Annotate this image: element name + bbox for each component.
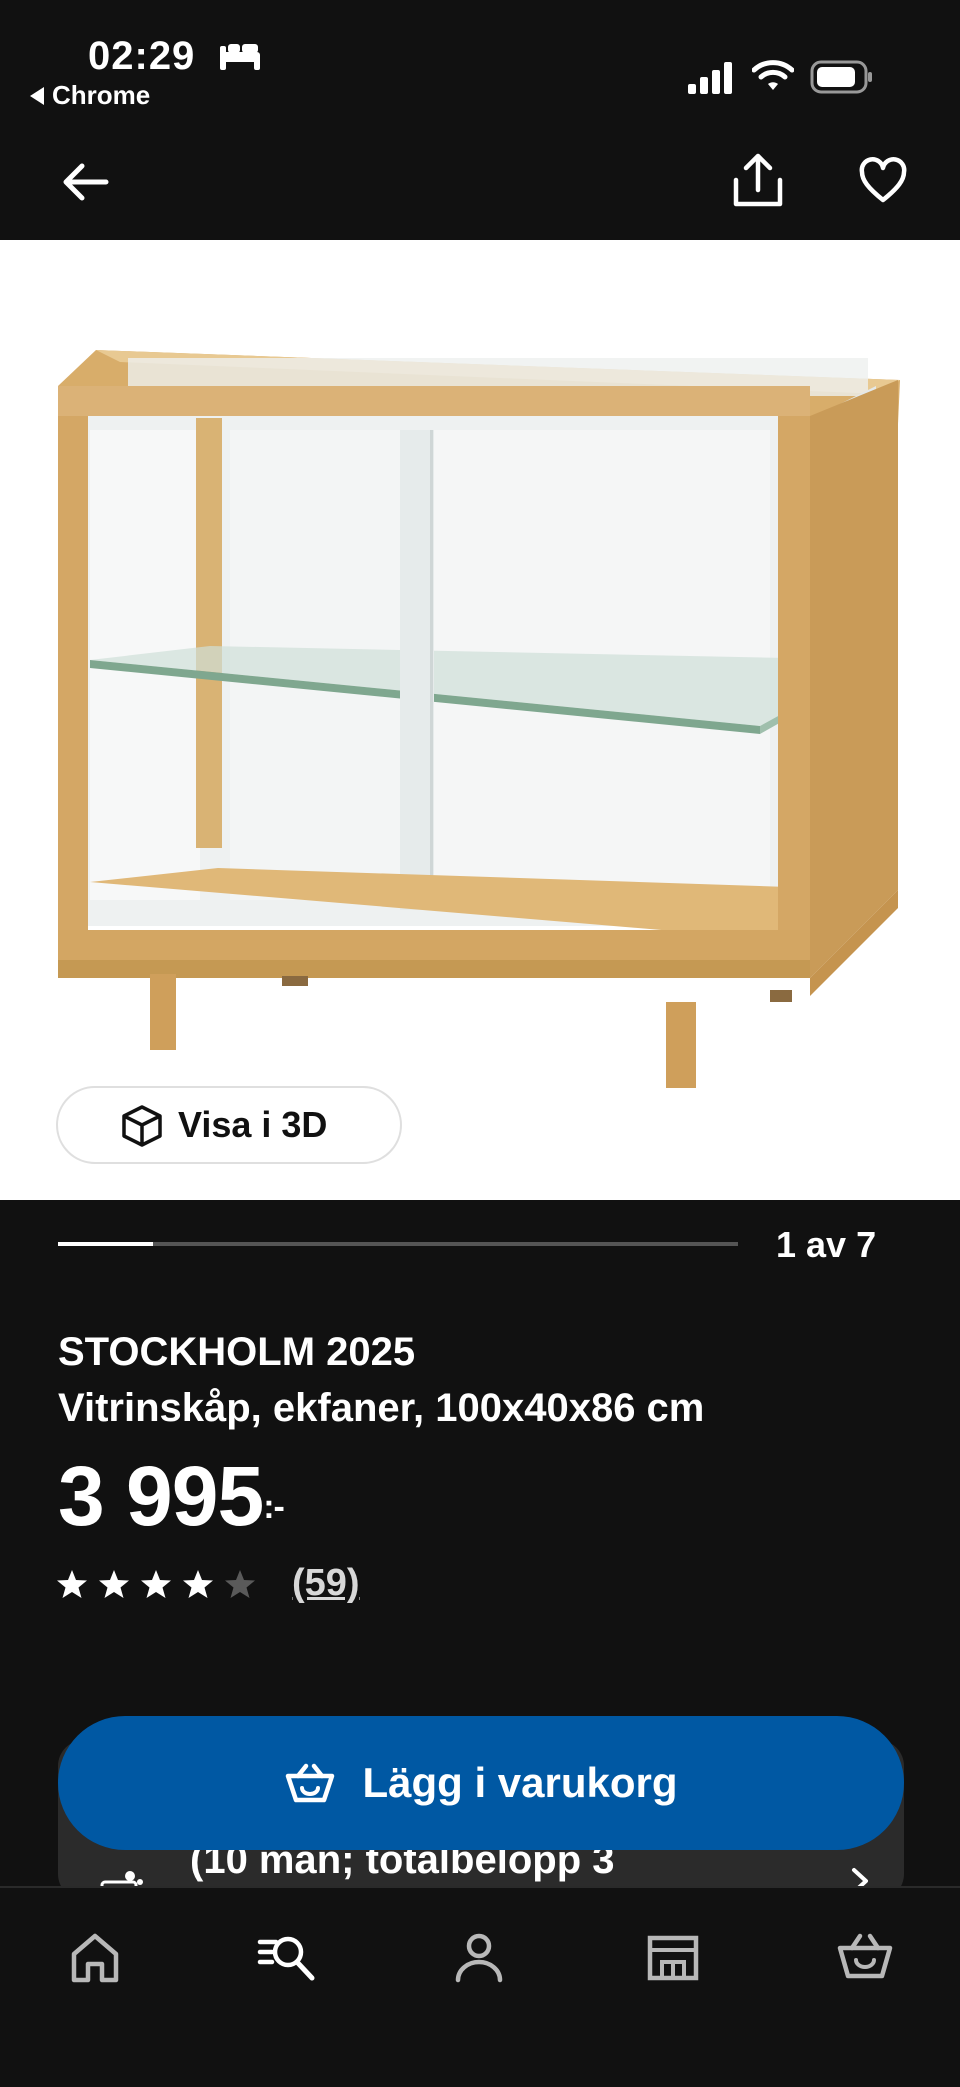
page-indicator: 1 av 7 xyxy=(776,1224,877,1265)
price-suffix: :- xyxy=(263,1488,285,1526)
bed-icon xyxy=(220,44,260,70)
basket-nav-icon[interactable] xyxy=(830,1922,900,1992)
star-icon xyxy=(99,1569,129,1598)
top-nav xyxy=(0,120,960,240)
back-app-label: Chrome xyxy=(52,80,151,110)
store-icon[interactable] xyxy=(638,1922,708,1992)
home-icon[interactable] xyxy=(60,1922,130,1992)
product-description: Vitrinskåp, ekfaner, 100x40x86 cm xyxy=(58,1386,705,1430)
bottom-nav xyxy=(0,1886,960,2087)
rating[interactable]: (59) xyxy=(56,1562,360,1605)
product-image-area[interactable]: Visa i 3D xyxy=(0,240,960,1200)
product-name: STOCKHOLM 2025 xyxy=(58,1330,416,1374)
reviews-count-link[interactable]: (59) xyxy=(292,1562,360,1605)
arrow-left-icon[interactable] xyxy=(60,162,110,202)
star-icon xyxy=(225,1569,255,1598)
add-to-cart-label: Lägg i varukorg xyxy=(362,1759,678,1806)
rating-stars xyxy=(56,1568,266,1600)
add-to-cart-button[interactable]: Lägg i varukorg xyxy=(58,1716,904,1850)
product-price: 3 995:- xyxy=(58,1448,285,1545)
carousel-progress-track xyxy=(58,1242,738,1246)
back-to-app-link[interactable]: Chrome xyxy=(30,80,150,111)
status-bar: 02:29 Chrome xyxy=(0,0,960,120)
back-triangle-icon xyxy=(30,86,44,105)
view-3d-label: Visa i 3D xyxy=(178,1104,328,1145)
star-icon xyxy=(183,1569,213,1598)
star-icon xyxy=(141,1569,171,1598)
cube-icon xyxy=(122,1105,162,1147)
price-value: 3 995 xyxy=(58,1449,264,1543)
star-icon xyxy=(57,1569,87,1598)
status-time: 02:29 xyxy=(88,34,196,78)
search-list-icon[interactable] xyxy=(254,1922,324,1992)
heart-icon[interactable] xyxy=(858,156,908,206)
basket-icon xyxy=(286,1763,335,1803)
battery-icon xyxy=(810,60,872,94)
share-icon[interactable] xyxy=(730,150,786,210)
product-image xyxy=(58,350,900,1088)
person-icon[interactable] xyxy=(444,1922,514,1992)
view-3d-button[interactable]: Visa i 3D xyxy=(56,1086,402,1164)
carousel-progress-fill xyxy=(58,1242,154,1246)
image-carousel-indicator: 1 av 7 xyxy=(0,1200,960,1280)
wifi-icon xyxy=(752,60,794,90)
signal-icon xyxy=(688,62,732,94)
